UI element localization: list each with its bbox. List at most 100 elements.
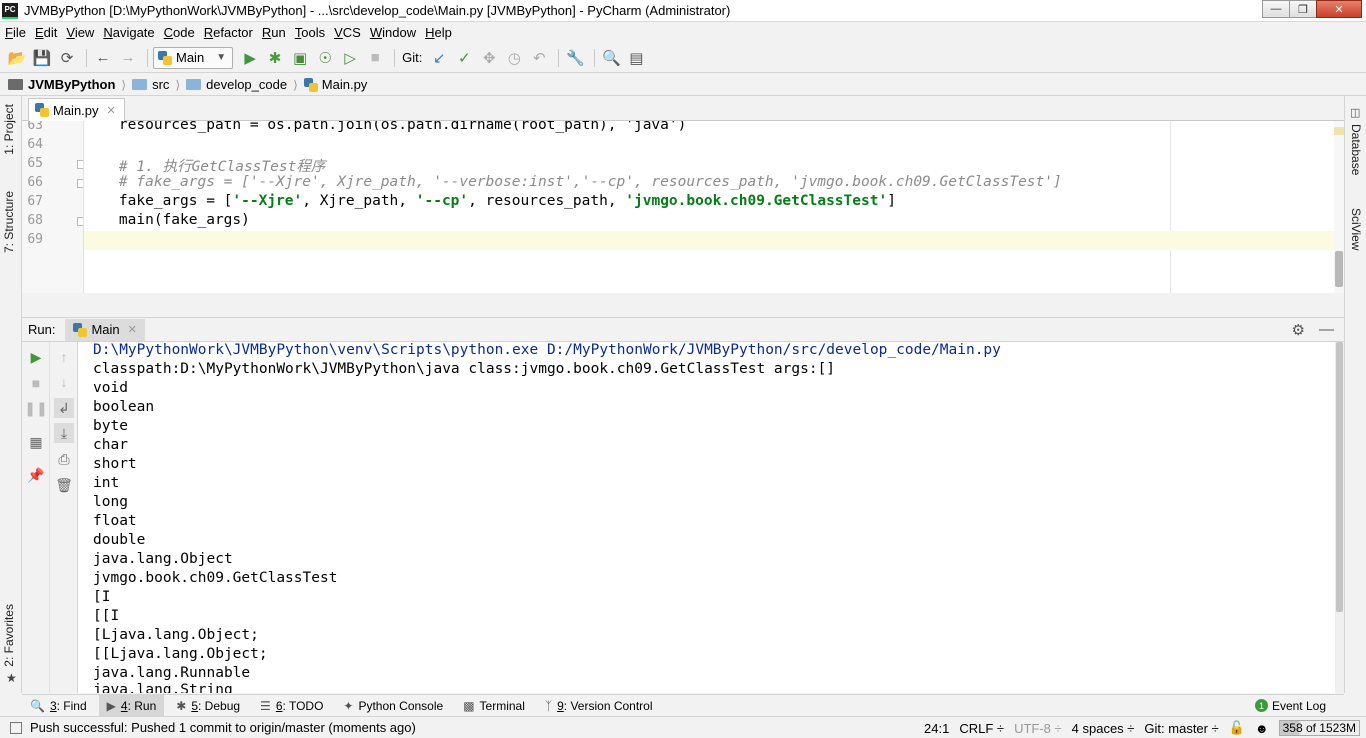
save-icon[interactable]: 💾 — [31, 47, 53, 69]
stop-icon[interactable]: ■ — [364, 47, 386, 69]
pin-icon[interactable]: 📌 — [26, 465, 46, 485]
run-with-coverage-icon[interactable]: ▣ — [289, 47, 311, 69]
tool-tab-favorites[interactable]: 2: Favorites — [2, 604, 16, 667]
trash-icon[interactable]: 🗑 — [54, 475, 74, 495]
tool-tab-python-console[interactable]: ✦ Python Console — [335, 695, 451, 717]
lock-icon[interactable]: 🔓 — [1229, 720, 1245, 736]
stop-icon[interactable]: ■ — [26, 373, 46, 393]
maximize-button[interactable]: ❐ — [1289, 0, 1317, 18]
run-console-output[interactable]: D:\MyPythonWork\JVMByPython\venv\Scripts… — [78, 342, 1335, 693]
settings-wrench-icon[interactable]: 🔧 — [564, 47, 586, 69]
search-icon[interactable]: 🔍 — [600, 47, 622, 69]
breadcrumb-src[interactable]: src — [132, 77, 169, 92]
scroll-to-end-icon[interactable]: ⤓ — [54, 423, 74, 443]
git-update-icon[interactable]: ↙ — [428, 47, 450, 69]
indent-setting[interactable]: 4 spaces ÷ — [1072, 721, 1135, 736]
scrollbar-thumb[interactable] — [1335, 251, 1343, 287]
run-icon[interactable]: ▶ — [239, 47, 261, 69]
run-configuration-select[interactable]: Main ▼ — [153, 46, 234, 69]
soft-wrap-icon[interactable]: ↲ — [54, 398, 74, 418]
tool-tab-database[interactable]: Database — [1349, 124, 1363, 175]
panel-splitter[interactable] — [22, 293, 1344, 318]
profile-icon[interactable]: ☉ — [314, 47, 336, 69]
close-button[interactable]: ✕ — [1316, 0, 1362, 18]
back-icon[interactable]: ← — [92, 47, 114, 69]
console-line: short — [93, 456, 137, 472]
breadcrumb-label: Main.py — [321, 77, 368, 92]
open-folder-icon[interactable]: 📂 — [6, 47, 28, 69]
close-tab-icon[interactable]: ✕ — [107, 104, 116, 117]
git-branch[interactable]: Git: master ÷ — [1144, 721, 1218, 736]
chevron-down-icon: ▼ — [216, 52, 227, 63]
menu-code[interactable]: Code — [164, 25, 195, 40]
memory-indicator[interactable]: 358 of 1523M — [1278, 720, 1360, 736]
concurrency-icon[interactable]: ▷ — [339, 47, 361, 69]
toggle-tool-windows-icon[interactable] — [10, 721, 22, 734]
tool-tab-version-control[interactable]: ᛉ9: Version Control — [537, 695, 661, 717]
console-line: jvmgo.book.ch09.GetClassTest — [93, 570, 338, 586]
arrow-down-icon[interactable]: ↓ — [54, 372, 74, 392]
tool-tab-find[interactable]: 🔍 3: Find — [22, 695, 95, 717]
menu-tools[interactable]: Tools — [295, 25, 325, 40]
tool-tab-run[interactable]: ▶ 4: Run — [98, 694, 165, 717]
code-token: , resources_path, — [468, 193, 626, 209]
pause-icon[interactable]: ❚❚ — [24, 398, 47, 418]
tool-tab-event-log[interactable]: 1 Event Log — [1247, 695, 1334, 717]
arrow-up-icon[interactable]: ↑ — [54, 347, 74, 367]
tool-tab-todo[interactable]: ☰ 6: TODO — [252, 695, 331, 717]
menu-vcs[interactable]: VCS — [334, 25, 361, 40]
tool-tab-structure[interactable]: 7: Structure — [2, 191, 16, 253]
breadcrumb-file[interactable]: Main.py — [303, 77, 368, 92]
tool-tab-debug[interactable]: ✱ 5: Debug — [168, 695, 248, 717]
console-scrollbar[interactable] — [1335, 342, 1344, 693]
debug-icon[interactable]: ✱ — [264, 47, 286, 69]
git-history-icon[interactable]: ◷ — [503, 47, 525, 69]
gear-icon[interactable]: ⚙ — [1292, 321, 1305, 339]
console-line: [Ljava.lang.Object; — [93, 627, 259, 643]
close-tab-icon[interactable]: ✕ — [128, 323, 137, 336]
print-icon[interactable]: ⎙ — [54, 449, 74, 469]
inspector-icon[interactable]: ☻ — [1255, 721, 1269, 736]
tab-label: Python Console — [358, 698, 444, 713]
menu-view[interactable]: View — [66, 25, 94, 40]
code-token: , Xjre_path, — [302, 193, 416, 209]
line-separator[interactable]: CRLF ÷ — [959, 721, 1004, 736]
menu-window[interactable]: Window — [370, 25, 416, 40]
fold-marker-icon[interactable] — [77, 179, 83, 188]
menu-navigate[interactable]: Navigate — [103, 25, 154, 40]
tab-shortcut: 9 — [557, 698, 564, 713]
file-encoding[interactable]: UTF-8 ÷ — [1014, 721, 1062, 736]
tab-label: : Run — [127, 698, 157, 713]
menu-file[interactable]: File — [5, 25, 26, 40]
scrollbar-thumb[interactable] — [1336, 342, 1343, 612]
git-commit-icon[interactable]: ✓ — [453, 47, 475, 69]
minimize-button[interactable]: — — [1262, 0, 1290, 18]
layout-icon[interactable]: ▦ — [26, 432, 46, 452]
git-revert-icon[interactable]: ↶ — [528, 47, 550, 69]
forward-icon[interactable]: → — [117, 47, 139, 69]
toolbar-separator — [594, 48, 596, 67]
breadcrumb-project[interactable]: JVMByPython — [8, 77, 115, 92]
menu-help[interactable]: Help — [425, 25, 452, 40]
code-editor[interactable]: resources_path = os.path.join(os.path.di… — [84, 121, 1334, 293]
rerun-icon[interactable]: ▶ — [26, 347, 46, 367]
code-line-66: # fake_args = ['--Xjre', Xjre_path, '--v… — [84, 174, 1062, 190]
terminal-panel-icon[interactable]: ▤ — [625, 47, 647, 69]
editor-tab-main-py[interactable]: Main.py ✕ — [28, 98, 125, 121]
run-tab-main[interactable]: Main ✕ — [65, 318, 145, 341]
tool-tab-project[interactable]: 1: Project — [2, 104, 16, 155]
tool-tab-terminal[interactable]: ▩ Terminal — [455, 695, 533, 717]
breadcrumb-develop-code[interactable]: develop_code — [186, 77, 287, 92]
menu-edit[interactable]: Edit — [35, 25, 57, 40]
menu-run[interactable]: Run — [262, 25, 286, 40]
fold-marker-icon[interactable] — [77, 160, 83, 169]
git-compare-icon[interactable]: ✥ — [478, 47, 500, 69]
fold-marker-icon[interactable] — [77, 217, 83, 226]
menu-refactor[interactable]: Refactor — [204, 25, 253, 40]
status-message[interactable]: Push successful: Pushed 1 commit to orig… — [30, 720, 416, 735]
sync-icon[interactable]: ⟳ — [56, 47, 78, 69]
caret-position[interactable]: 24:1 — [924, 721, 949, 736]
minimize-panel-icon[interactable]: — — [1319, 321, 1334, 339]
tool-tab-sciview[interactable]: SciView — [1349, 208, 1363, 250]
editor-scrollbar[interactable] — [1334, 121, 1344, 293]
